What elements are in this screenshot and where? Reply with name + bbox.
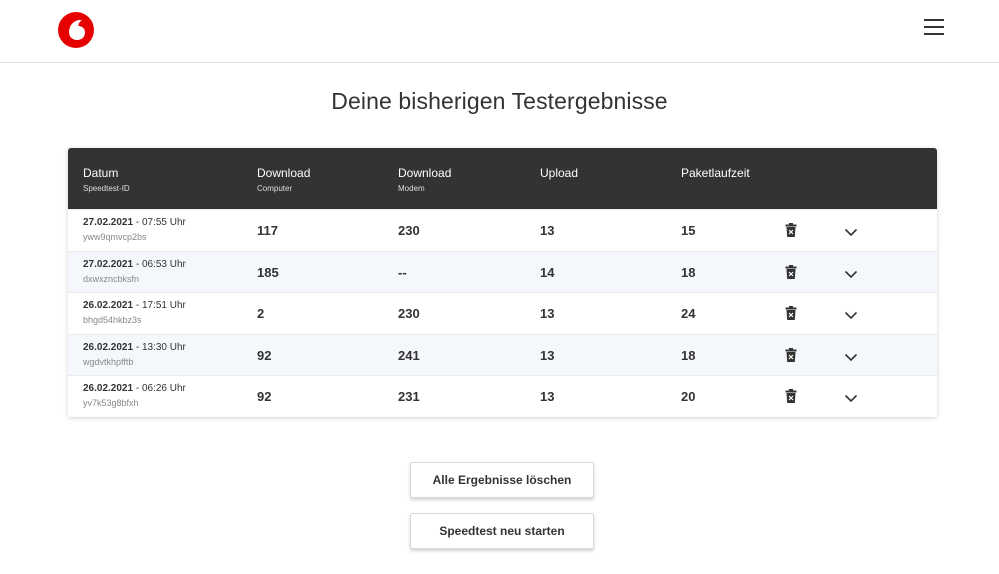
expand-chevron-down-icon[interactable] — [844, 224, 858, 237]
page-title: Deine bisherigen Testergebnisse — [331, 88, 668, 114]
row-download-computer: 117 — [257, 223, 278, 238]
table-row: 26.02.2021 - 17:51 Uhr bhgd54hkbz3s 2 230 13… — [68, 292, 937, 334]
row-latency: 18 — [681, 347, 696, 363]
row-date: 27.02.2021 - 06:53 Uhr — [83, 258, 186, 270]
delete-result-icon[interactable] — [785, 306, 797, 321]
column-header-date: Datum Speedtest-ID — [83, 166, 130, 193]
row-download-computer: 92 — [257, 347, 272, 363]
delete-result-icon[interactable] — [785, 389, 797, 404]
table-row: 26.02.2021 - 13:30 Uhr wgdvtkhpfftb 92 241 1… — [68, 333, 937, 376]
row-download-computer: 2 — [257, 306, 265, 322]
row-download-modem: 230 — [398, 306, 420, 322]
row-upload: 13 — [540, 347, 555, 363]
row-date: 26.02.2021 - 17:51 Uhr — [83, 300, 186, 312]
row-upload: 13 — [540, 389, 555, 405]
clear-all-results-button[interactable]: Alle Ergebnisse löschen — [410, 462, 594, 498]
row-download-modem: 231 — [398, 389, 420, 405]
hamburger-menu-icon[interactable] — [922, 19, 946, 39]
top-navigation-bar — [0, 0, 999, 63]
row-latency: 18 — [681, 264, 696, 280]
table-row: 27.02.2021 - 07:55 Uhr yww9qmvcp2bs 117 230… — [68, 209, 937, 251]
delete-result-icon[interactable] — [785, 264, 797, 279]
expand-chevron-down-icon[interactable] — [844, 266, 858, 278]
row-speedtest-id: yv7k53g8bfxh — [83, 398, 139, 409]
column-header-download-computer: Download Computer — [257, 166, 311, 193]
expand-chevron-down-icon[interactable] — [844, 307, 858, 320]
vodafone-speechmark-icon — [69, 20, 85, 40]
row-download-modem: 241 — [398, 347, 420, 363]
row-download-modem: -- — [398, 264, 407, 280]
row-speedtest-id: bhgd54hkbz3s — [83, 315, 142, 326]
row-latency: 15 — [681, 223, 696, 238]
table-row: 26.02.2021 - 06:26 Uhr yv7k53g8bfxh 92 231 1… — [68, 375, 937, 417]
column-header-download-modem: Download Modem — [398, 166, 452, 193]
delete-result-icon[interactable] — [785, 347, 797, 362]
row-upload: 14 — [540, 264, 555, 280]
column-header-latency: Paketlaufzeit — [681, 166, 750, 180]
row-date: 26.02.2021 - 13:30 Uhr — [83, 341, 186, 353]
delete-result-icon[interactable] — [785, 223, 797, 237]
row-speedtest-id: dxwxzncbksfn — [83, 273, 140, 284]
table-header: Datum Speedtest-ID Download Computer Dow… — [68, 148, 937, 209]
row-download-computer: 185 — [257, 264, 279, 280]
vodafone-logo[interactable] — [58, 12, 94, 48]
results-table: Datum Speedtest-ID Download Computer Dow… — [68, 148, 937, 417]
row-speedtest-id: yww9qmvcp2bs — [83, 232, 147, 242]
table-row: 27.02.2021 - 06:53 Uhr dxwxzncbksfn 185 -- 1… — [68, 250, 937, 293]
row-latency: 20 — [681, 389, 696, 405]
row-download-computer: 92 — [257, 389, 272, 405]
row-date: 26.02.2021 - 06:26 Uhr — [83, 383, 186, 395]
row-upload: 13 — [540, 223, 555, 238]
restart-speedtest-button[interactable]: Speedtest neu starten — [410, 513, 594, 549]
row-download-modem: 230 — [398, 223, 420, 238]
expand-chevron-down-icon[interactable] — [844, 349, 858, 361]
expand-chevron-down-icon[interactable] — [844, 390, 858, 403]
row-upload: 13 — [540, 306, 555, 322]
row-speedtest-id: wgdvtkhpfftb — [83, 356, 134, 367]
row-date: 27.02.2021 - 07:55 Uhr — [83, 217, 186, 228]
column-header-upload: Upload — [540, 166, 579, 180]
row-latency: 24 — [681, 306, 696, 322]
